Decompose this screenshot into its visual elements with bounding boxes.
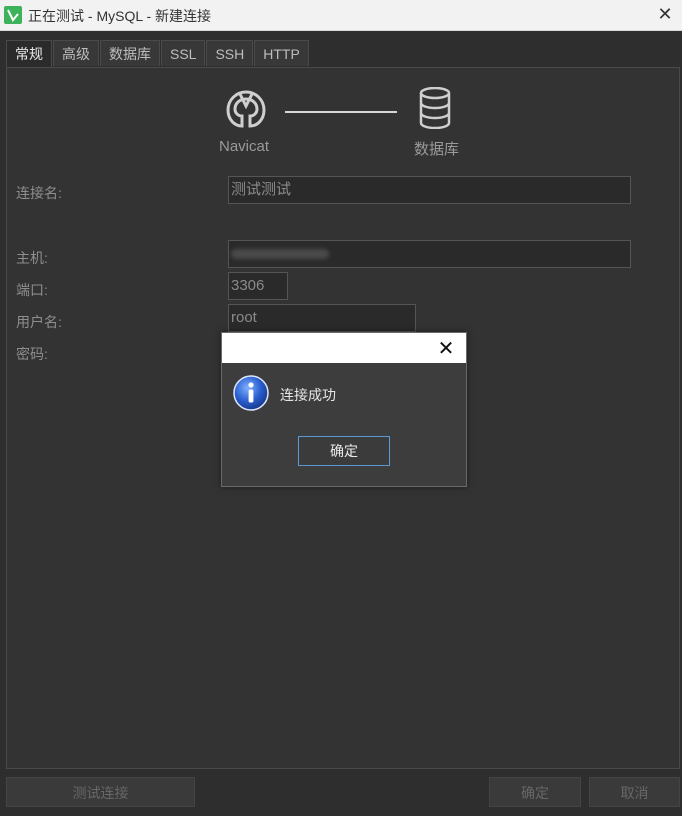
test-connection-button[interactable]: 测试连接 <box>6 777 195 807</box>
connection-line <box>285 111 397 113</box>
username-label: 用户名: <box>16 314 62 330</box>
success-dialog: ✕ 连接成功 确定 <box>221 332 467 487</box>
navicat-logo-icon <box>224 86 268 134</box>
cancel-button[interactable]: 取消 <box>589 777 680 807</box>
host-label: 主机: <box>16 250 48 266</box>
navicat-caption: Navicat <box>219 138 270 155</box>
connection-name-input[interactable]: 测试测试 <box>228 176 631 204</box>
database-caption: 数据库 <box>414 141 460 158</box>
tab-ssh[interactable]: SSH <box>206 40 254 66</box>
tab-advanced[interactable]: 高级 <box>53 40 99 66</box>
redacted-host <box>231 249 329 259</box>
dialog-close-icon[interactable]: ✕ <box>436 337 456 359</box>
port-input[interactable]: 3306 <box>228 272 288 300</box>
username-input[interactable]: root <box>228 304 416 332</box>
window-title: 正在测试 - MySQL - 新建连接 <box>28 8 212 24</box>
window-close-icon[interactable]: ✕ <box>654 4 676 26</box>
tab-databases[interactable]: 数据库 <box>100 40 160 66</box>
window-titlebar: 正在测试 - MySQL - 新建连接 ✕ <box>0 0 682 31</box>
dialog-ok-button[interactable]: 确定 <box>298 436 390 466</box>
host-input[interactable] <box>228 240 631 268</box>
tab-ssl[interactable]: SSL <box>161 40 206 66</box>
database-icon <box>418 86 452 133</box>
connection-name-label: 连接名: <box>16 185 62 201</box>
tab-http[interactable]: HTTP <box>254 40 309 66</box>
password-label: 密码: <box>16 346 48 362</box>
tab-bar: 常规 高级 数据库 SSL SSH HTTP <box>6 40 310 68</box>
info-icon <box>232 374 270 416</box>
tab-general[interactable]: 常规 <box>6 40 52 68</box>
navicat-app-icon <box>4 6 22 24</box>
port-label: 端口: <box>16 282 48 298</box>
dialog-message: 连接成功 <box>280 387 336 403</box>
dialog-titlebar: ✕ <box>222 333 466 363</box>
ok-button[interactable]: 确定 <box>489 777 581 807</box>
